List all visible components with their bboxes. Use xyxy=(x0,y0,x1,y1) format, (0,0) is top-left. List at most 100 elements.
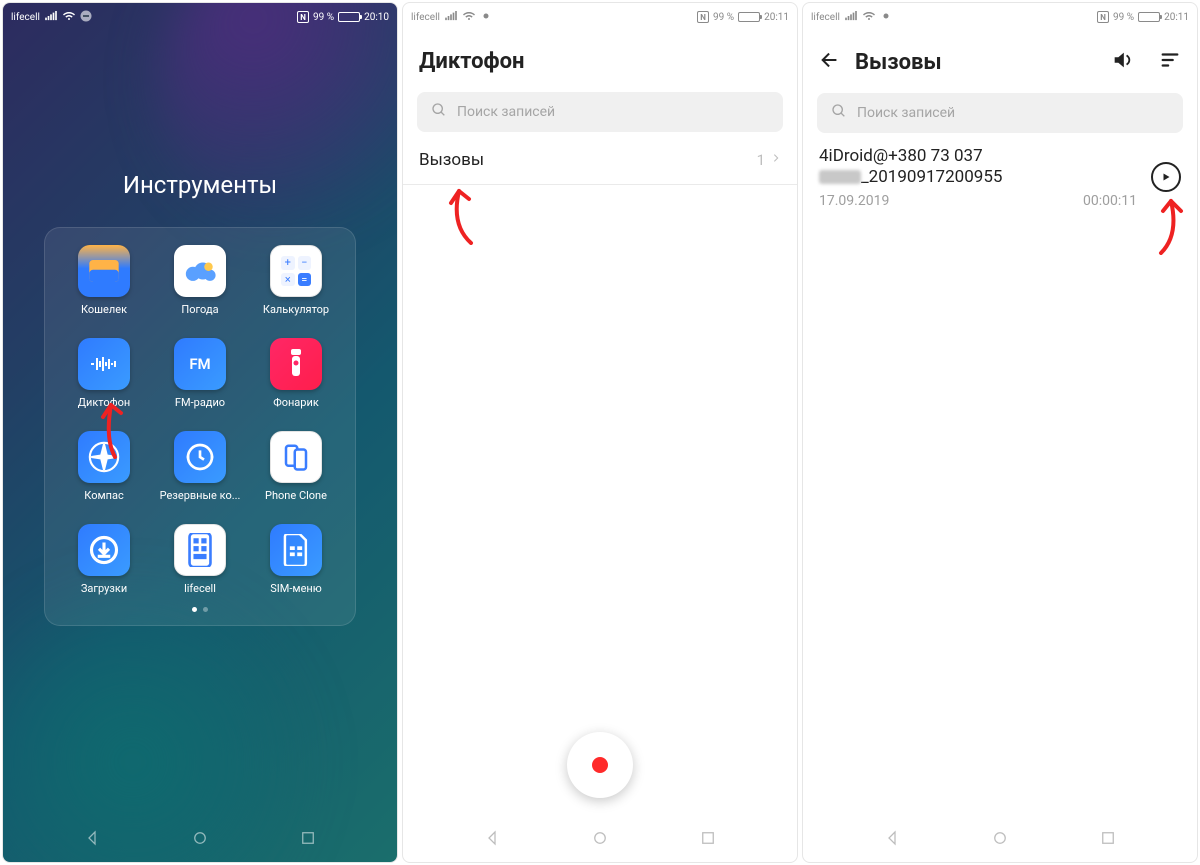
torch-icon xyxy=(270,338,322,390)
battery-text: 99 % xyxy=(713,12,734,23)
recording-title-line1: 4iDroid@+380 73 037 xyxy=(819,145,1137,167)
play-button[interactable] xyxy=(1151,162,1181,192)
screen-recorder-home: lifecell N 99 % 20:11 Диктофон Поиск зап… xyxy=(402,2,798,863)
dl-icon xyxy=(78,524,130,576)
app-backup[interactable]: Резервные ко... xyxy=(154,431,246,502)
app-label: Фонарик xyxy=(250,396,342,409)
app-fm[interactable]: FMFM-радио xyxy=(154,338,246,409)
signal-icon xyxy=(44,11,58,24)
record-button[interactable] xyxy=(567,732,633,798)
clock: 20:10 xyxy=(364,12,389,23)
battery-text: 99 % xyxy=(1113,12,1134,23)
page-title: Диктофон xyxy=(419,49,781,74)
app-label: Загрузки xyxy=(58,582,150,595)
backup-icon xyxy=(174,431,226,483)
search-icon xyxy=(831,103,847,123)
back-button[interactable] xyxy=(819,49,841,75)
search-placeholder: Поиск записей xyxy=(457,104,555,120)
no-disturb-icon xyxy=(480,10,492,25)
page-title: Вызовы xyxy=(855,50,942,75)
battery-icon xyxy=(738,12,760,22)
android-navbar xyxy=(403,818,797,862)
app-label: Погода xyxy=(154,303,246,316)
app-weather[interactable]: Погода xyxy=(154,245,246,316)
recording-date: 17.09.2019 xyxy=(819,193,889,209)
compass-icon xyxy=(78,431,130,483)
nav-home-icon[interactable] xyxy=(591,829,609,851)
weather-icon xyxy=(174,245,226,297)
redacted-segment xyxy=(819,170,861,184)
wifi-icon xyxy=(62,10,76,25)
app-label: Phone Clone xyxy=(250,489,342,502)
recorder-icon xyxy=(78,338,130,390)
app-recorder[interactable]: Диктофон xyxy=(58,338,150,409)
no-disturb-icon xyxy=(880,10,892,25)
app-label: Компас xyxy=(58,489,150,502)
recording-title-line2: _20190917200955 xyxy=(819,167,1137,187)
sim-icon xyxy=(270,524,322,576)
app-dl[interactable]: Загрузки xyxy=(58,524,150,595)
nav-back-icon[interactable] xyxy=(883,829,901,851)
app-wallet[interactable]: Кошелек xyxy=(58,245,150,316)
search-input[interactable]: Поиск записей xyxy=(417,92,783,132)
recording-item[interactable]: 4iDroid@+380 73 037 _20190917200955 17.0… xyxy=(803,133,1197,209)
nav-recent-icon[interactable] xyxy=(299,829,317,851)
app-calc[interactable]: +−×=Калькулятор xyxy=(250,245,342,316)
folder-row-count: 1 xyxy=(757,151,765,169)
recording-duration: 00:00:11 xyxy=(1083,193,1137,209)
android-navbar xyxy=(3,818,397,862)
app-compass[interactable]: Компас xyxy=(58,431,150,502)
nav-back-icon[interactable] xyxy=(83,829,101,851)
carrier-label: lifecell xyxy=(11,12,40,23)
screen-call-recordings: lifecell N 99 % 20:11 Вызовы Поиск запис… xyxy=(802,2,1198,863)
sort-icon[interactable] xyxy=(1159,49,1181,75)
clone-icon xyxy=(270,431,322,483)
page-indicator xyxy=(56,607,344,612)
app-header: Вызовы xyxy=(803,31,1197,85)
page-dot xyxy=(203,607,208,612)
nav-home-icon[interactable] xyxy=(991,829,1009,851)
nav-back-icon[interactable] xyxy=(483,829,501,851)
battery-text: 99 % xyxy=(313,12,334,23)
clock: 20:11 xyxy=(1164,12,1189,23)
signal-icon xyxy=(844,11,858,24)
search-input[interactable]: Поиск записей xyxy=(817,93,1183,133)
fm-icon: FM xyxy=(174,338,226,390)
app-label: Диктофон xyxy=(58,396,150,409)
status-bar: lifecell N 99 % 20:11 xyxy=(403,3,797,31)
search-icon xyxy=(431,102,447,122)
app-label: Резервные ко... xyxy=(154,489,246,502)
calc-icon: +−×= xyxy=(270,245,322,297)
nfc-icon: N xyxy=(297,11,309,23)
nav-recent-icon[interactable] xyxy=(699,829,717,851)
signal-icon xyxy=(444,11,458,24)
app-lifecell[interactable]: lifecell xyxy=(154,524,246,595)
carrier-label: lifecell xyxy=(811,12,840,23)
folder-row-label: Вызовы xyxy=(419,150,484,170)
battery-icon xyxy=(338,12,360,22)
app-label: SIM-меню xyxy=(250,582,342,595)
status-bar: lifecell N 99 % 20:11 xyxy=(803,3,1197,31)
search-placeholder: Поиск записей xyxy=(857,105,955,121)
speaker-icon[interactable] xyxy=(1111,49,1133,75)
app-label: Кошелек xyxy=(58,303,150,316)
app-clone[interactable]: Phone Clone xyxy=(250,431,342,502)
chevron-right-icon xyxy=(771,151,781,169)
page-dot-active xyxy=(192,607,197,612)
nav-home-icon[interactable] xyxy=(191,829,209,851)
screen-tools-folder: lifecell N 99 % 20:10 Инструменты Кошеле… xyxy=(2,2,398,863)
carrier-label: lifecell xyxy=(411,12,440,23)
folder-panel: Кошелек Погода +−×=Калькулятор Диктофон FMFM… xyxy=(44,227,356,626)
app-torch[interactable]: Фонарик xyxy=(250,338,342,409)
app-sim[interactable]: SIM-меню xyxy=(250,524,342,595)
folder-row-calls[interactable]: Вызовы 1 xyxy=(403,132,797,185)
wifi-icon xyxy=(862,10,876,25)
folder-title: Инструменты xyxy=(3,171,397,199)
nav-recent-icon[interactable] xyxy=(1099,829,1117,851)
clock: 20:11 xyxy=(764,12,789,23)
nfc-icon: N xyxy=(1097,11,1109,23)
nfc-icon: N xyxy=(697,11,709,23)
wifi-icon xyxy=(462,10,476,25)
android-navbar xyxy=(803,818,1197,862)
battery-icon xyxy=(1138,12,1160,22)
